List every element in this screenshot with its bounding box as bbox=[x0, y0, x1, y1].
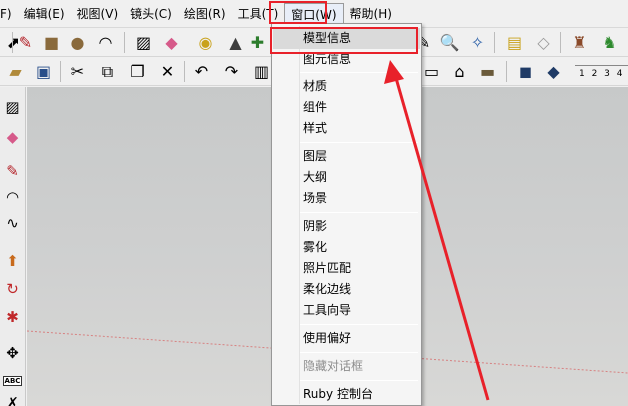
menu-item-shadows[interactable]: 阴影 bbox=[273, 216, 420, 237]
menu-separator bbox=[300, 142, 418, 143]
toolbar-separator bbox=[60, 61, 61, 82]
menu-item-materials[interactable]: 材质 bbox=[273, 76, 420, 97]
menu-edit[interactable]: 编辑(E) bbox=[18, 3, 71, 25]
circle-icon[interactable]: ● bbox=[66, 31, 89, 54]
menu-camera[interactable]: 镜头(C) bbox=[124, 3, 178, 25]
pencil-icon[interactable]: ✎ bbox=[1, 159, 24, 182]
tape-measure-icon[interactable]: ◉ bbox=[194, 31, 217, 54]
menu-view[interactable]: 视图(V) bbox=[71, 3, 125, 25]
axes-icon[interactable]: ✗ bbox=[1, 391, 24, 406]
model-info-icon[interactable]: ◼ bbox=[514, 60, 537, 83]
warehouse-icon[interactable]: ▤ bbox=[503, 31, 526, 54]
make-component-icon[interactable]: ▨ bbox=[132, 31, 155, 54]
menu-item-styles[interactable]: 样式 bbox=[273, 118, 420, 139]
print-icon[interactable]: ▥ bbox=[250, 60, 273, 83]
share-model-icon[interactable]: ◇ bbox=[532, 31, 555, 54]
arc-icon[interactable]: ◠ bbox=[1, 185, 24, 208]
toolbar-separator bbox=[560, 32, 561, 53]
paint-bucket-icon[interactable]: ▲ bbox=[224, 31, 247, 54]
toolbar-separator bbox=[12, 32, 13, 53]
toolbar-separator bbox=[184, 61, 185, 82]
extension-warehouse-icon[interactable]: ♜ bbox=[568, 31, 591, 54]
left-toolbar: ▨ ◆ ✎ ◠ ∿ ⬆ ↻ ✱ ✥ ABC ✗ bbox=[0, 87, 26, 406]
toolbar-separator bbox=[506, 61, 507, 82]
pencil-icon[interactable]: ✎ bbox=[14, 31, 37, 54]
eraser-icon[interactable]: ◆ bbox=[160, 31, 183, 54]
freehand-icon[interactable]: ∿ bbox=[1, 211, 24, 234]
text-tool-icon[interactable]: ABC bbox=[1, 369, 24, 392]
menu-separator bbox=[300, 324, 418, 325]
menu-item-layers[interactable]: 图层 bbox=[273, 146, 420, 167]
menu-separator bbox=[300, 380, 418, 381]
eraser-icon[interactable]: ◆ bbox=[1, 125, 24, 148]
menu-file[interactable]: F) bbox=[0, 3, 18, 25]
rectangle-icon[interactable]: ■ bbox=[40, 31, 63, 54]
push-pull-icon[interactable]: ✚ bbox=[246, 31, 269, 54]
open-folder-icon[interactable]: ▰ bbox=[4, 60, 27, 83]
menu-item-components[interactable]: 组件 bbox=[273, 97, 420, 118]
text-tool-label: ABC bbox=[2, 375, 23, 386]
entity-info-icon[interactable]: ◆ bbox=[542, 60, 565, 83]
undo-icon[interactable]: ↶ bbox=[190, 60, 213, 83]
save-icon[interactable]: ▣ bbox=[32, 60, 55, 83]
menu-item-scenes[interactable]: 场景 bbox=[273, 188, 420, 209]
menu-item-soften-edges[interactable]: 柔化边线 bbox=[273, 279, 420, 300]
menu-draw[interactable]: 绘图(R) bbox=[178, 3, 232, 25]
make-component-icon[interactable]: ▨ bbox=[1, 95, 24, 118]
redo-icon[interactable]: ↷ bbox=[220, 60, 243, 83]
menu-item-preferences[interactable]: 使用偏好 bbox=[273, 328, 420, 349]
menu-separator bbox=[300, 352, 418, 353]
dimension-icon[interactable]: ✥ bbox=[1, 341, 24, 364]
scale-ruler: 1 2 3 4 bbox=[575, 65, 628, 81]
cut-icon[interactable]: ✂ bbox=[66, 60, 89, 83]
rotate-icon[interactable]: ↻ bbox=[1, 277, 24, 300]
back-view-icon[interactable]: ▬ bbox=[476, 60, 499, 83]
copy-icon[interactable]: ⧉ bbox=[96, 60, 119, 83]
annotation-box-model-info bbox=[270, 27, 418, 54]
menu-separator bbox=[300, 72, 418, 73]
toolbar-separator bbox=[124, 32, 125, 53]
zoom-icon[interactable]: 🔍 bbox=[438, 31, 461, 54]
paste-icon[interactable]: ❐ bbox=[126, 60, 149, 83]
toolbar-separator bbox=[494, 32, 495, 53]
menu-item-ruby-console[interactable]: Ruby 控制台 bbox=[273, 384, 420, 405]
component-icon[interactable]: ♞ bbox=[598, 31, 621, 54]
front-view-icon[interactable]: ▭ bbox=[420, 60, 443, 83]
delete-icon[interactable]: ✕ bbox=[156, 60, 179, 83]
house-view-icon[interactable]: ⌂ bbox=[448, 60, 471, 83]
zoom-extents-icon[interactable]: ✧ bbox=[466, 31, 489, 54]
follow-me-icon[interactable]: ✱ bbox=[1, 305, 24, 328]
menu-item-match-photo[interactable]: 照片匹配 bbox=[273, 258, 420, 279]
menu-help[interactable]: 帮助(H) bbox=[344, 3, 398, 25]
menu-item-fog[interactable]: 雾化 bbox=[273, 237, 420, 258]
annotation-box-window-menu bbox=[269, 1, 327, 24]
window-dropdown-menu: 模型信息 图元信息 材质 组件 样式 图层 大纲 场景 阴影 雾化 照片匹配 柔… bbox=[271, 23, 422, 406]
push-pull-icon[interactable]: ⬆ bbox=[1, 249, 24, 272]
arc-icon[interactable]: ◠ bbox=[94, 31, 117, 54]
menu-separator bbox=[300, 212, 418, 213]
menu-item-instructor[interactable]: 工具向导 bbox=[273, 300, 420, 321]
menu-item-outliner[interactable]: 大纲 bbox=[273, 167, 420, 188]
menu-item-hide-dialogs: 隐藏对话框 bbox=[303, 359, 364, 373]
